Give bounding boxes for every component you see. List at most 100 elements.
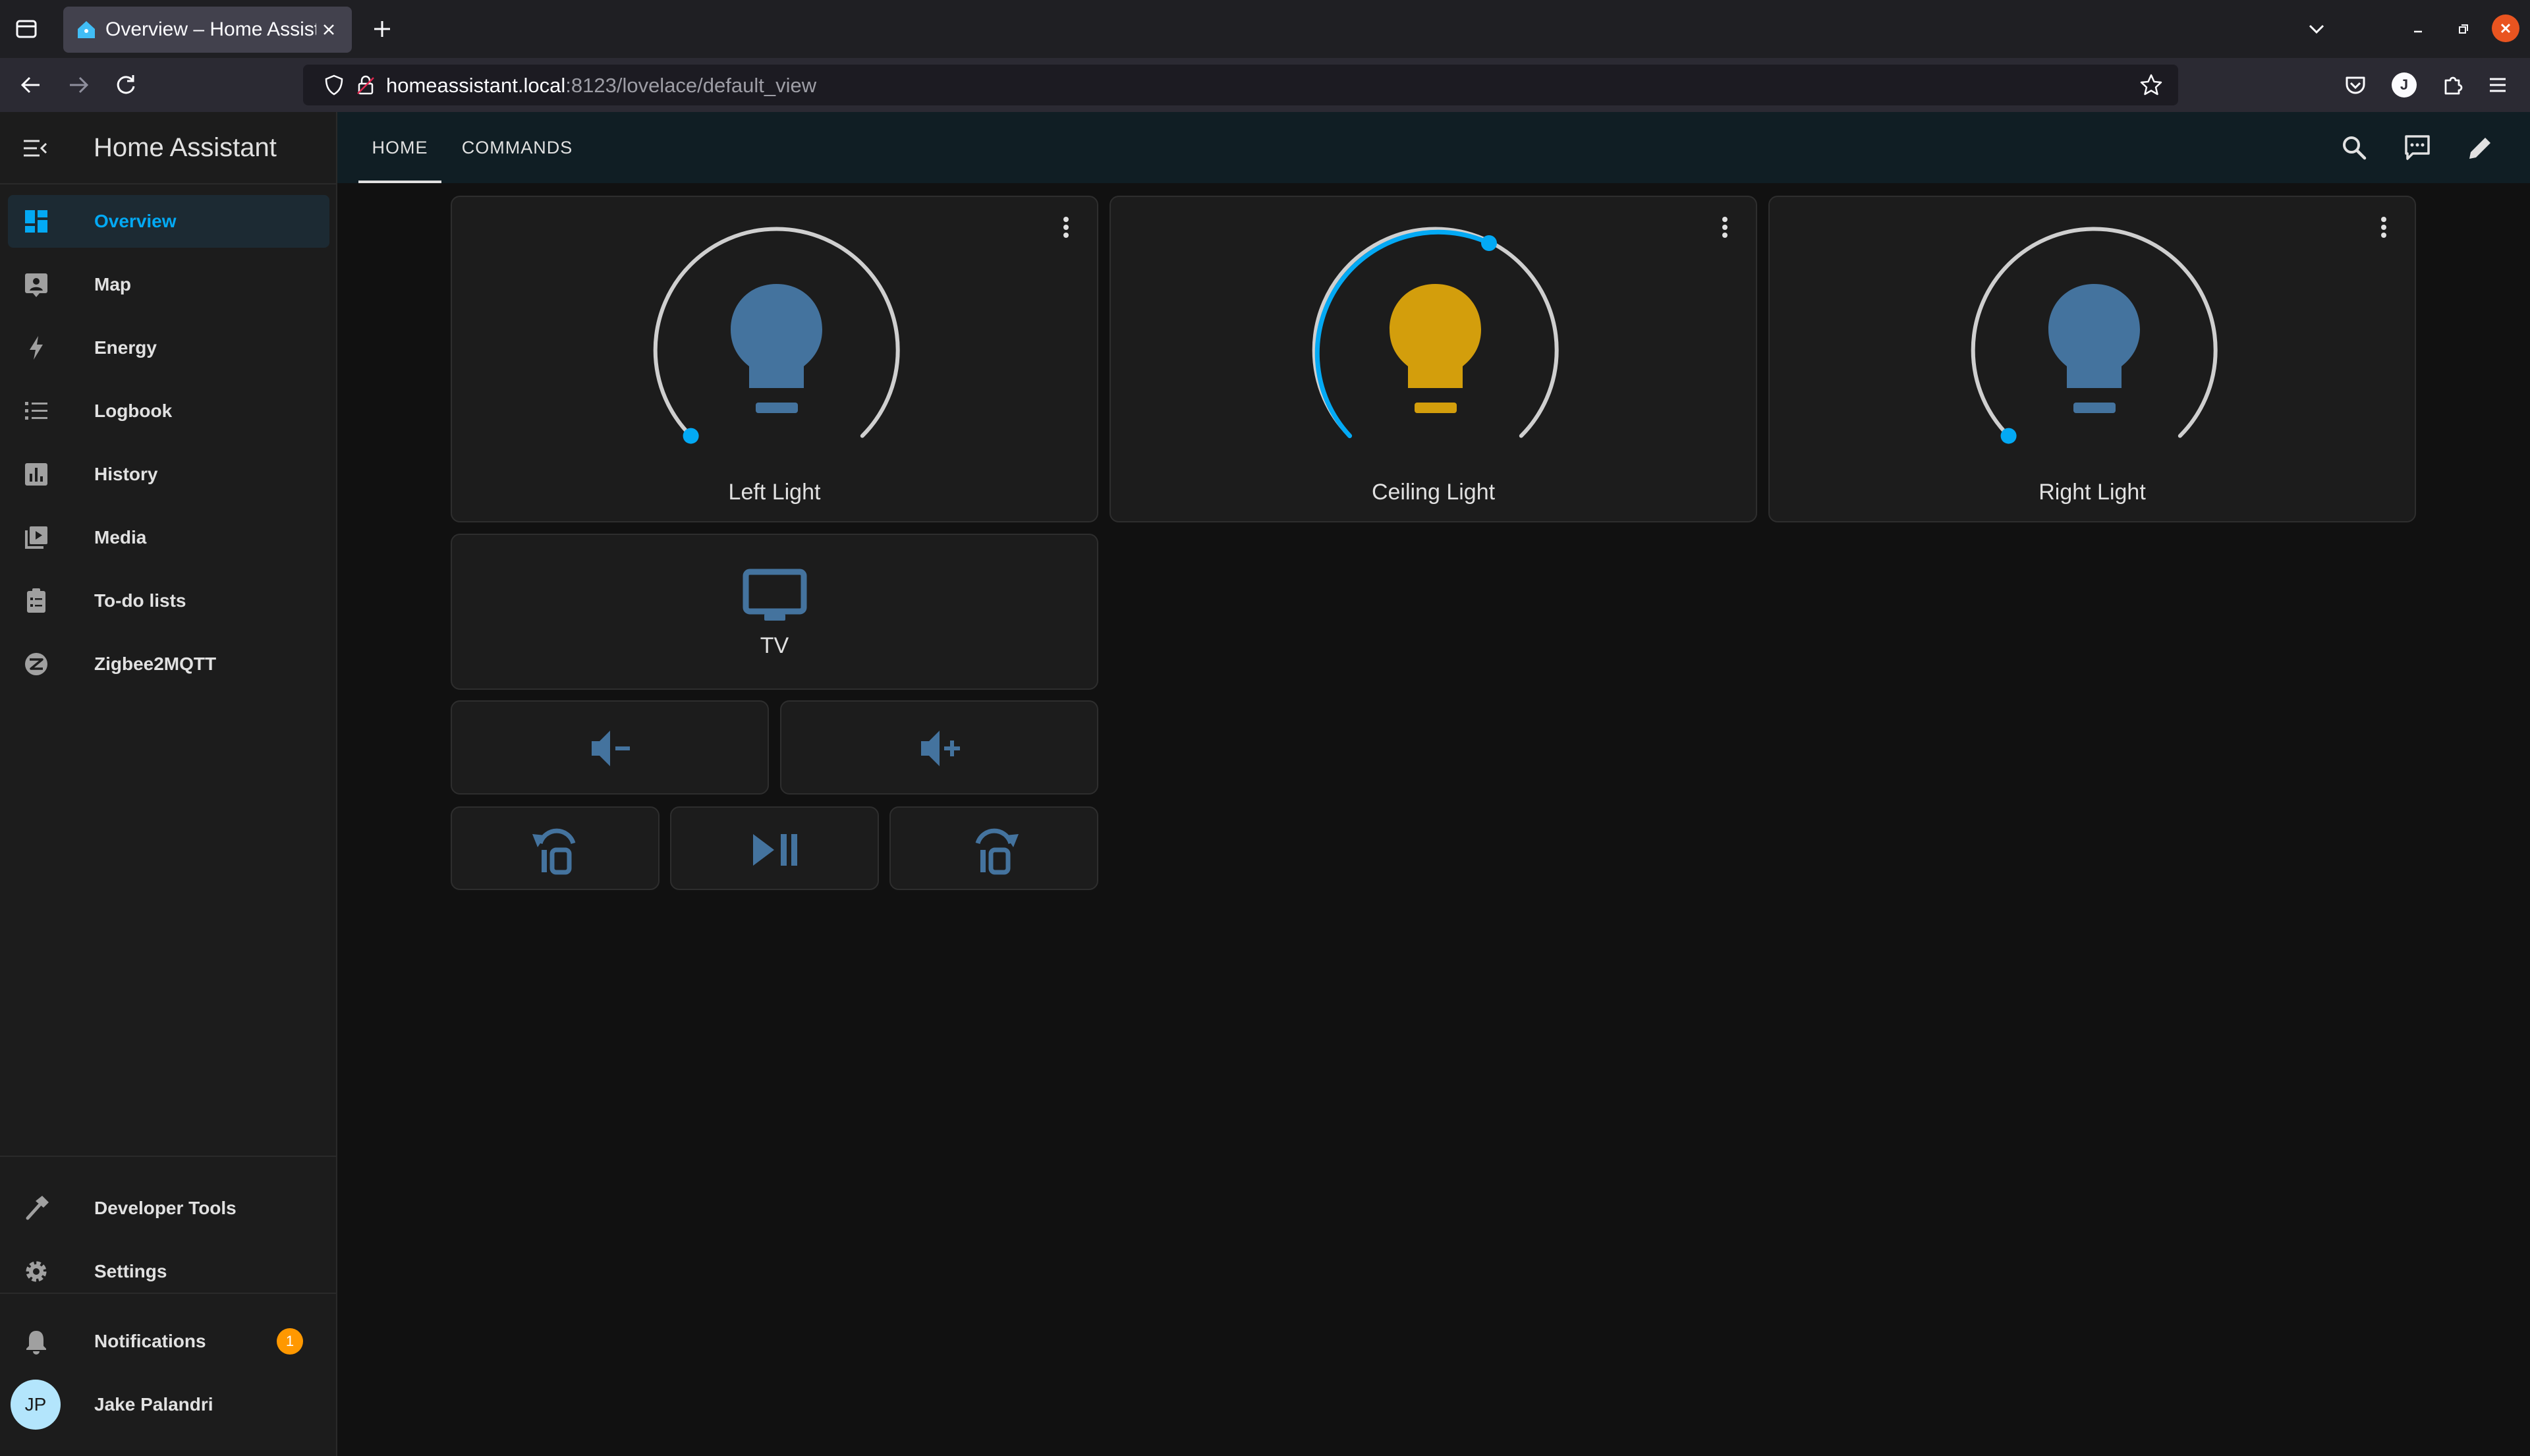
sidebar-title: Home Assistant — [94, 133, 277, 162]
light-card-right[interactable]: Right Light — [1768, 196, 2416, 522]
menu-collapse-icon[interactable] — [21, 134, 49, 162]
search-icon[interactable] — [2339, 132, 2369, 163]
browser-tab-title: Overview – Home Assist — [105, 18, 316, 40]
clipboard-list-icon — [27, 588, 45, 613]
sidebar-item-media[interactable]: Media — [8, 511, 329, 564]
volume-down-button[interactable] — [451, 700, 769, 795]
volume-plus-icon — [921, 731, 960, 766]
history-chart-icon — [25, 463, 47, 486]
sidebar-item-zigbee2mqtt[interactable]: Zigbee2MQTT — [8, 638, 329, 690]
more-options-icon[interactable] — [2373, 214, 2395, 240]
close-window-button[interactable] — [2492, 14, 2519, 42]
sidebar-divider — [0, 1156, 336, 1157]
sidebar-item-notifications[interactable]: Notifications 1 — [8, 1315, 329, 1368]
restore-window-icon[interactable] — [2450, 16, 2476, 42]
browser-tab-overview[interactable]: Overview – Home Assist — [63, 7, 352, 53]
rewind-10-icon — [532, 828, 576, 875]
sidebar-user-name: Jake Palandri — [94, 1394, 213, 1414]
lightning-bolt-icon — [30, 336, 43, 360]
sidebar-item-label: Energy — [94, 337, 157, 358]
ha-top-app-bar: HOME COMMANDS — [337, 112, 2530, 183]
sidebar-item-label: Settings — [94, 1261, 167, 1281]
sidebar-item-label: History — [94, 464, 158, 484]
sidebar-item-map[interactable]: Map — [8, 258, 329, 311]
sidebar-item-label: To-do lists — [94, 590, 186, 611]
browser-nav-bar: homeassistant.local:8123/lovelace/defaul… — [0, 58, 2530, 112]
sidebar-item-label: Map — [94, 274, 131, 294]
new-tab-icon[interactable] — [369, 16, 395, 42]
dashboard-icon — [25, 210, 47, 233]
volume-up-button[interactable] — [780, 700, 1098, 795]
tv-button-card[interactable]: TV — [451, 534, 1098, 690]
url-bar[interactable]: homeassistant.local:8123/lovelace/defaul… — [303, 65, 2178, 105]
pocket-icon[interactable] — [2342, 71, 2369, 99]
tab-home[interactable]: HOME — [358, 112, 441, 183]
light-name: Left Light — [728, 480, 821, 505]
close-window-icon — [2500, 23, 2511, 34]
close-tab-icon[interactable] — [319, 20, 339, 40]
logbook-list-icon — [25, 402, 47, 420]
forward-arrow-icon[interactable] — [65, 71, 92, 99]
play-pause-icon — [753, 834, 797, 866]
sidebar-divider — [0, 1293, 336, 1294]
extensions-puzzle-icon[interactable] — [2439, 71, 2467, 99]
lightbulb-icon[interactable] — [1111, 197, 1758, 474]
sidebar-item-profile[interactable]: JP Jake Palandri — [8, 1378, 329, 1431]
sidebar-item-history[interactable]: History — [8, 448, 329, 501]
back-arrow-icon[interactable] — [17, 71, 45, 99]
sidebar-item-label: Logbook — [94, 401, 173, 421]
fast-forward-10-icon — [975, 828, 1019, 875]
url-host: homeassistant.local — [386, 74, 566, 97]
zigbee-icon — [25, 653, 47, 675]
insecure-lock-icon[interactable] — [354, 74, 377, 96]
map-icon — [25, 273, 47, 297]
reload-icon[interactable] — [112, 71, 140, 99]
tab-commands[interactable]: COMMANDS — [455, 112, 580, 183]
browser-menu-icon[interactable] — [2484, 71, 2512, 99]
tracking-protection-shield-icon[interactable] — [323, 74, 345, 96]
tab-overview-icon[interactable] — [13, 17, 40, 41]
sidebar-item-label: Overview — [94, 211, 177, 231]
sidebar-item-todo[interactable]: To-do lists — [8, 574, 329, 627]
tv-name: TV — [760, 633, 789, 658]
assist-chat-icon[interactable] — [2402, 132, 2432, 163]
sidebar-header: Home Assistant — [0, 112, 336, 184]
sidebar-item-label: Developer Tools — [94, 1198, 237, 1218]
sidebar-item-label: Media — [94, 527, 147, 547]
browser-tab-bar: Overview – Home Assist — [0, 0, 2530, 58]
url-text: homeassistant.local:8123/lovelace/defaul… — [386, 74, 816, 98]
more-options-icon[interactable] — [1714, 214, 1736, 240]
hammer-icon — [26, 1196, 49, 1220]
sidebar-item-energy[interactable]: Energy — [8, 322, 329, 374]
url-path: :8123/lovelace/default_view — [565, 74, 817, 97]
home-assistant-favicon-icon — [78, 21, 95, 38]
volume-minus-icon — [592, 731, 630, 766]
fast-forward-10-button[interactable] — [889, 806, 1098, 890]
sidebar-item-developer-tools[interactable]: Developer Tools — [8, 1182, 329, 1235]
sidebar-item-overview[interactable]: Overview — [8, 195, 329, 248]
account-avatar[interactable]: J — [2392, 72, 2417, 98]
more-options-icon[interactable] — [1055, 214, 1077, 240]
rewind-10-button[interactable] — [451, 806, 660, 890]
media-play-icon — [25, 526, 47, 549]
sidebar-item-label: Zigbee2MQTT — [94, 654, 217, 674]
edit-pencil-icon[interactable] — [2465, 132, 2496, 163]
lightbulb-icon[interactable] — [1770, 197, 2417, 474]
notifications-count-badge: 1 — [277, 1328, 303, 1355]
play-pause-button[interactable] — [670, 806, 879, 890]
gear-icon — [26, 1261, 47, 1282]
avatar: JP — [11, 1380, 61, 1430]
sidebar-item-label: Notifications — [94, 1331, 206, 1351]
light-card-ceiling[interactable]: Ceiling Light — [1110, 196, 1757, 522]
bookmark-star-icon[interactable] — [2139, 72, 2164, 98]
bell-icon — [26, 1331, 46, 1355]
lightbulb-icon[interactable] — [452, 197, 1100, 474]
list-all-tabs-chevron-icon[interactable] — [2303, 16, 2330, 42]
light-card-left[interactable]: Left Light — [451, 196, 1098, 522]
ha-sidebar: Home Assistant Overview Map Energy Logbo… — [0, 112, 337, 1456]
minimize-window-icon[interactable] — [2405, 16, 2431, 42]
sidebar-item-logbook[interactable]: Logbook — [8, 385, 329, 437]
television-icon — [743, 569, 807, 621]
light-name: Right Light — [2038, 480, 2146, 505]
sidebar-item-settings[interactable]: Settings — [8, 1245, 329, 1298]
